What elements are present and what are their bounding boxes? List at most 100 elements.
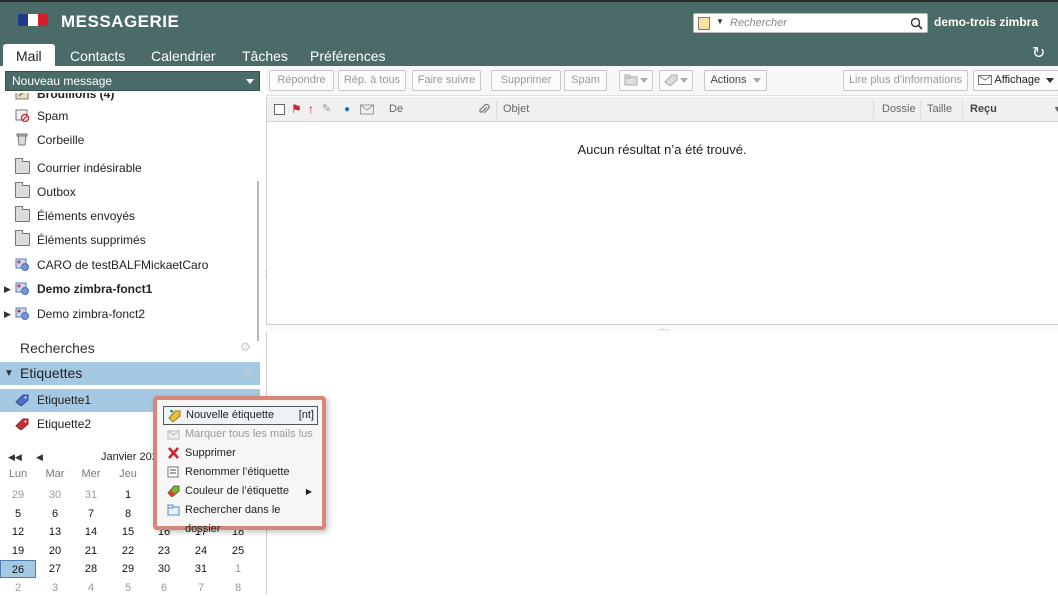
tags-header[interactable]: ▼ Etiquettes ⚙	[0, 362, 260, 385]
shortcut-label: [nt]	[298, 409, 314, 421]
menu-item-mark-all-read[interactable]: Marquer tous les mails lus	[163, 425, 318, 444]
gear-icon[interactable]: ⚙	[242, 367, 254, 379]
calendar-day[interactable]: 7	[73, 505, 109, 523]
tags-label: Etiquettes	[20, 365, 83, 381]
calendar-day[interactable]: 15	[110, 523, 146, 541]
chevron-down-icon[interactable]	[246, 79, 254, 84]
calendar-day[interactable]: 23	[146, 542, 182, 560]
calendar-day[interactable]: 14	[73, 523, 109, 541]
folder-shared-fonct2[interactable]: ▶ Demo zimbra-fonct2	[0, 302, 258, 326]
priority-column-icon[interactable]: ↑	[308, 97, 314, 122]
sidebar-resize-handle[interactable]: ⋮	[262, 270, 270, 282]
drag-grip-icon[interactable]: .....	[658, 324, 669, 332]
calendar-day[interactable]: 30	[37, 486, 73, 504]
unread-column-icon[interactable]: ●	[344, 97, 350, 122]
calendar-day[interactable]: 13	[37, 523, 73, 541]
refresh-icon[interactable]: ↻	[1032, 46, 1048, 62]
calendar-day[interactable]: 12	[0, 523, 36, 541]
delete-button[interactable]: Supprimer	[491, 70, 561, 91]
gear-icon[interactable]: ⚙	[240, 341, 252, 353]
empty-results-message: Aucun résultat n’a été trouvé.	[577, 142, 747, 157]
calendar-day[interactable]: 19	[0, 542, 36, 560]
size-column-header[interactable]: Taille	[927, 97, 952, 122]
status-column-icon[interactable]	[360, 97, 375, 122]
calendar-day[interactable]: 29	[0, 486, 36, 504]
calendar-day[interactable]: 25	[220, 542, 256, 560]
subject-column-header[interactable]: Objet	[503, 97, 529, 122]
reply-button[interactable]: Répondre	[269, 70, 334, 91]
menu-item-search-folder[interactable]: Rechercher dans le dossier	[163, 501, 318, 535]
calendar-day[interactable]: 27	[37, 560, 73, 578]
menu-item-delete[interactable]: Supprimer	[163, 444, 318, 463]
tag-icon	[15, 418, 29, 430]
calendar-day[interactable]: 31	[73, 486, 109, 504]
forward-button[interactable]: Faire suivre	[412, 70, 481, 91]
tag-icon	[15, 394, 29, 406]
calendar-day[interactable]: 28	[73, 560, 109, 578]
user-menu[interactable]: demo-trois zimbra	[934, 15, 1038, 29]
tab-calendar[interactable]: Calendrier	[151, 44, 216, 68]
search-type-dropdown[interactable]: ▼	[697, 16, 727, 31]
from-column-header[interactable]: De	[389, 97, 403, 122]
calendar-day[interactable]: 5	[0, 505, 36, 523]
expand-arrow-icon[interactable]: ▶	[4, 277, 11, 301]
calendar-day[interactable]: 31	[183, 560, 219, 578]
tab-contacts[interactable]: Contacts	[70, 44, 125, 68]
attachment-column-icon[interactable]	[478, 97, 490, 122]
folder-deleted[interactable]: Éléments supprimés	[0, 228, 258, 252]
new-message-button[interactable]: Nouveau message	[5, 71, 260, 91]
prev-year-icon[interactable]: ◀◀	[8, 446, 22, 468]
tag-column-icon[interactable]: ✎	[322, 97, 331, 122]
folder-label: Demo zimbra-fonct1	[37, 282, 153, 296]
search-input[interactable]	[730, 16, 906, 30]
prev-month-icon[interactable]: ◀	[36, 446, 43, 468]
calendar-day[interactable]: 30	[146, 560, 182, 578]
move-button[interactable]	[619, 70, 653, 91]
received-column-header[interactable]: Reçu	[970, 97, 997, 122]
calendar-day[interactable]: 26	[0, 560, 36, 578]
menu-item-tag-color[interactable]: Couleur de l’étiquette ▶	[163, 482, 318, 501]
calendar-day[interactable]: 22	[110, 542, 146, 560]
tag-button[interactable]	[659, 70, 693, 91]
calendar-day[interactable]: 8	[110, 505, 146, 523]
calendar-day[interactable]: 21	[73, 542, 109, 560]
calendar-day[interactable]: 29	[110, 560, 146, 578]
reply-all-button[interactable]: Rép. à tous	[338, 70, 406, 91]
folder-outbox[interactable]: Outbox	[0, 180, 258, 204]
folder-icon	[15, 230, 30, 246]
read-more-button[interactable]: Lire plus d’informations	[843, 70, 968, 91]
tab-mail[interactable]: Mail	[3, 44, 55, 68]
flag-column-icon[interactable]: ⚑	[291, 97, 302, 122]
folder-shared-fonct1[interactable]: ▶ Demo zimbra-fonct1	[0, 277, 258, 301]
calendar-day[interactable]: 1	[220, 560, 256, 578]
app-title: MESSAGERIE	[61, 12, 180, 31]
sort-arrow-icon[interactable]: ▼	[1053, 97, 1058, 122]
select-all-checkbox[interactable]	[274, 97, 285, 122]
menu-item-new-tag[interactable]: Nouvelle étiquette [nt]	[163, 406, 318, 425]
expand-arrow-icon[interactable]: ▶	[4, 302, 11, 326]
search-box[interactable]: ▼	[693, 13, 928, 33]
folder-scrollbar[interactable]	[257, 181, 259, 341]
spam-button[interactable]: Spam	[564, 70, 607, 91]
tab-preferences[interactable]: Préférences	[310, 44, 385, 68]
folder-icon	[15, 182, 30, 198]
trash-icon	[16, 133, 28, 146]
calendar-day[interactable]: 20	[37, 542, 73, 560]
view-button[interactable]: Affichage	[973, 70, 1058, 91]
folder-spam[interactable]: Spam	[0, 104, 258, 128]
calendar-day[interactable]: 24	[183, 542, 219, 560]
searches-header[interactable]: Recherches ⚙	[0, 336, 258, 361]
actions-button[interactable]: Actions	[704, 70, 767, 91]
tab-tasks[interactable]: Tâches	[242, 44, 288, 68]
collapse-arrow-icon[interactable]: ▼	[4, 362, 14, 385]
folder-column-header[interactable]: Dossie	[882, 97, 916, 122]
calendar-day[interactable]: 6	[37, 505, 73, 523]
reading-pane-splitter[interactable]: .....	[266, 324, 1058, 332]
folder-junk[interactable]: Courrier indésirable	[0, 156, 258, 180]
search-icon[interactable]	[910, 17, 923, 30]
calendar-day[interactable]: 1	[110, 486, 146, 504]
folder-trash[interactable]: Corbeille	[0, 128, 258, 152]
menu-item-rename-tag[interactable]: Renommer l’étiquette	[163, 463, 318, 482]
folder-shared-caro[interactable]: CARO de testBALFMickaetCaro	[0, 253, 258, 277]
folder-sent[interactable]: Éléments envoyés	[0, 204, 258, 228]
